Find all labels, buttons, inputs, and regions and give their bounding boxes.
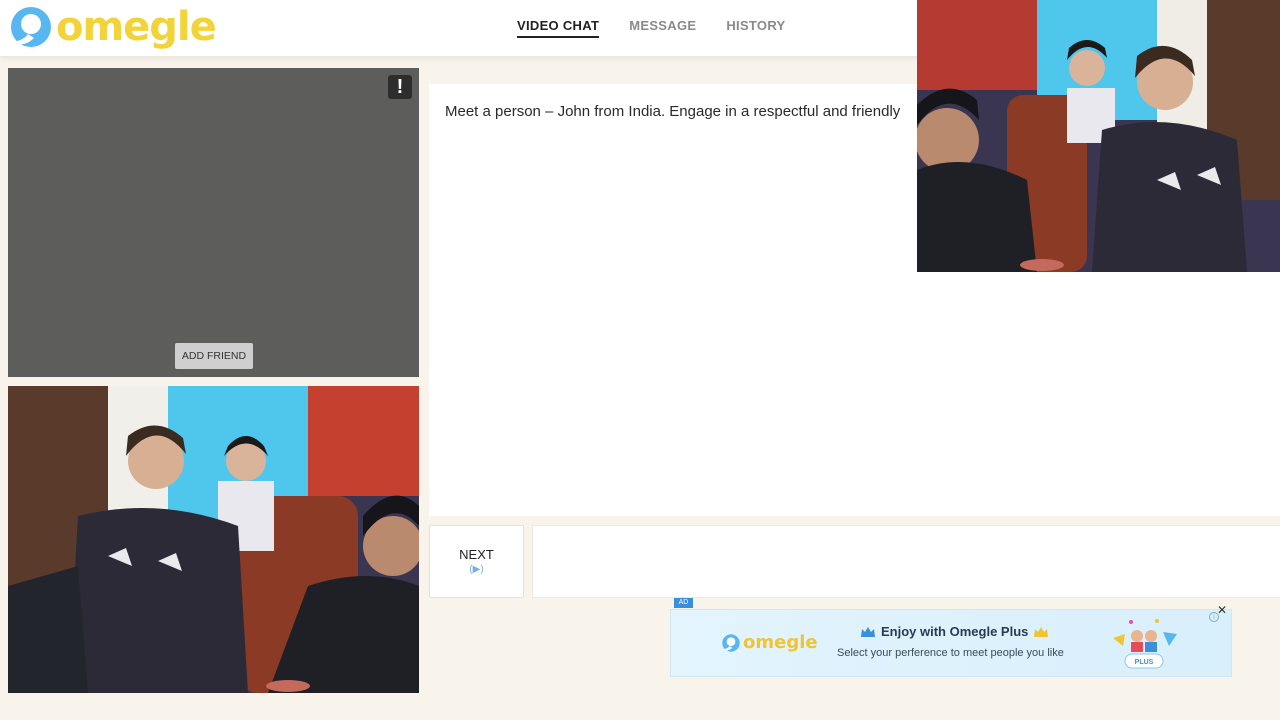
omegle-logo[interactable]: omegle xyxy=(8,4,217,50)
next-button-label: NEXT xyxy=(459,547,494,562)
next-shortcut-hint: (▶) xyxy=(469,564,484,575)
message-input[interactable] xyxy=(532,525,1280,598)
pip-camera-video xyxy=(917,0,1280,272)
next-button[interactable]: NEXT (▶) xyxy=(429,525,524,598)
add-friend-button[interactable]: ADD FRIEND xyxy=(175,343,253,369)
plus-badge-text: PLUS xyxy=(1135,659,1154,666)
crown-icon xyxy=(1034,626,1049,637)
ad-title: Enjoy with Omegle Plus xyxy=(861,624,1049,639)
crown-icon xyxy=(861,626,875,637)
stranger-video: ! ADD FRIEND xyxy=(8,68,419,377)
system-message: Meet a person – John from India. Engage … xyxy=(445,103,901,120)
tab-message[interactable]: MESSAGE xyxy=(629,18,696,38)
tab-history[interactable]: HISTORY xyxy=(726,18,785,38)
tab-video-chat[interactable]: VIDEO CHAT xyxy=(517,18,600,38)
ad-logo-icon xyxy=(722,633,740,652)
pip-camera-feed-image xyxy=(917,0,1280,272)
report-exclamation-icon[interactable]: ! xyxy=(388,75,412,99)
ad-omegle-logo: omegle xyxy=(721,632,818,653)
ad-logo-wordmark: omegle xyxy=(743,632,818,653)
omegle-logo-icon xyxy=(11,7,51,47)
main-nav: VIDEO CHAT MESSAGE HISTORY xyxy=(517,18,786,38)
logo-wordmark: omegle xyxy=(56,4,217,50)
ad-subtitle: Select your perference to meet people yo… xyxy=(837,647,1064,659)
omegle-plus-ad[interactable]: omegle Enjoy with Omegle Plus Select you… xyxy=(670,604,1232,677)
ad-tag: AD xyxy=(674,598,693,608)
ad-close-icon[interactable]: ✕ xyxy=(1216,604,1228,616)
self-camera-video xyxy=(8,386,419,693)
ad-title-text: Enjoy with Omegle Plus xyxy=(881,624,1029,639)
camera-feed-image xyxy=(8,386,419,693)
people-illustration-icon: PLUS xyxy=(1113,619,1177,669)
